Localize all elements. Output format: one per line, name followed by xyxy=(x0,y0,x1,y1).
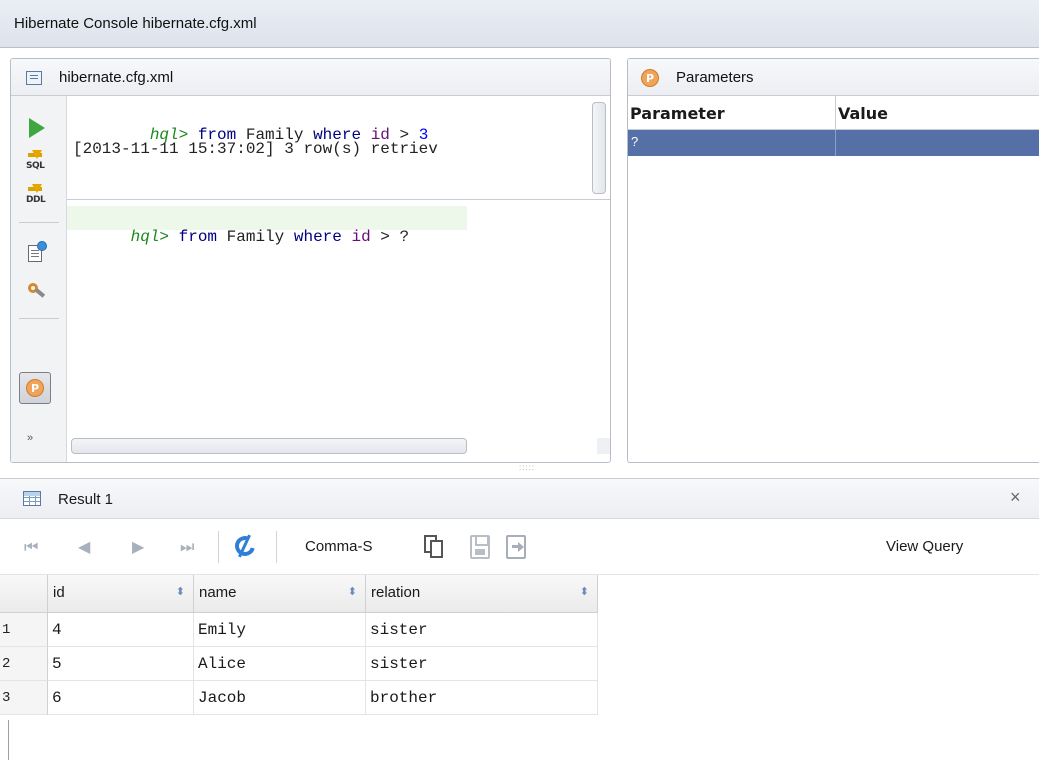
editor-horizontal-scrollbar[interactable] xyxy=(71,438,467,454)
column-header-id[interactable]: id ⬍ xyxy=(48,575,194,613)
hql-console-panel: hibernate.cfg.xml SQL DDL P » hql> from … xyxy=(10,58,611,463)
parameters-panel: P Parameters Parameter Value ? xyxy=(627,58,1039,463)
console-toolstrip: SQL DDL P » xyxy=(11,96,67,462)
table-row[interactable]: 2 5 Alice sister xyxy=(0,647,598,681)
window-titlebar: Hibernate Console hibernate.cfg.xml xyxy=(0,0,1039,48)
cell-relation[interactable]: sister xyxy=(366,613,598,647)
export-icon[interactable] xyxy=(506,535,526,559)
value-column-header[interactable]: Value xyxy=(838,104,888,123)
parameters-title: Parameters xyxy=(676,69,754,86)
more-tools-chevron[interactable]: » xyxy=(27,432,33,444)
copy-icon[interactable] xyxy=(424,535,444,559)
result-toolbar: ⏮ ◀ ▶ ⏭ Comma-S View Query xyxy=(0,519,1039,575)
table-grid-icon xyxy=(23,491,41,506)
cell-relation[interactable]: brother xyxy=(366,681,598,715)
console-tab-title: hibernate.cfg.xml xyxy=(59,69,174,86)
window-left-edge xyxy=(8,720,9,760)
refresh-icon[interactable] xyxy=(231,532,259,560)
wrench-icon xyxy=(26,281,48,303)
result-tab-title: Result 1 xyxy=(58,491,114,508)
result-data-grid: id ⬍ name ⬍ relation ⬍ 1 4 Emily sister … xyxy=(0,575,1039,760)
generate-sql-button[interactable]: SQL xyxy=(23,148,51,176)
result-tab-header[interactable]: Result 1 × xyxy=(0,479,1039,519)
export-format-selector[interactable]: Comma-S xyxy=(305,538,373,555)
sql-icon: SQL xyxy=(26,150,48,174)
history-button[interactable] xyxy=(23,238,51,266)
cell-name[interactable]: Jacob xyxy=(194,681,366,715)
view-query-button[interactable]: View Query xyxy=(886,538,963,555)
panel-splitter[interactable]: ::::: xyxy=(519,463,535,472)
query-input-line[interactable]: hql> from Family where id > ? xyxy=(73,210,410,264)
table-row[interactable]: 3 6 Jacob brother xyxy=(0,681,598,715)
toolbar-divider xyxy=(218,531,219,563)
console-tab-header[interactable]: hibernate.cfg.xml xyxy=(11,59,610,96)
toolstrip-divider xyxy=(19,318,59,319)
window-title: Hibernate Console hibernate.cfg.xml xyxy=(14,15,257,32)
grid-corner xyxy=(0,575,48,613)
ddl-icon: DDL xyxy=(26,184,48,208)
cell-id[interactable]: 4 xyxy=(48,613,194,647)
parameter-column-header[interactable]: Parameter xyxy=(630,104,725,123)
parameters-table-header: Parameter Value xyxy=(628,96,1039,130)
toolstrip-divider xyxy=(19,222,59,223)
cell-name[interactable]: Alice xyxy=(194,647,366,681)
parameters-icon: P xyxy=(26,379,44,397)
parameter-name-cell: ? xyxy=(631,134,639,149)
toolbar-divider xyxy=(276,531,277,563)
row-number: 1 xyxy=(0,613,48,647)
parameters-toggle-button[interactable]: P xyxy=(19,372,51,404)
cell-id[interactable]: 5 xyxy=(48,647,194,681)
previous-page-button[interactable]: ◀ xyxy=(78,537,90,556)
row-number: 3 xyxy=(0,681,48,715)
history-vertical-scrollbar[interactable] xyxy=(592,102,606,194)
first-page-button[interactable]: ⏮ xyxy=(24,537,38,557)
generate-ddl-button[interactable]: DDL xyxy=(23,182,51,210)
settings-button[interactable] xyxy=(23,278,51,306)
sort-icon: ⬍ xyxy=(175,586,185,598)
row-number: 2 xyxy=(0,647,48,681)
run-icon xyxy=(29,118,45,138)
cell-relation[interactable]: sister xyxy=(366,647,598,681)
scrollbar-corner xyxy=(597,438,610,454)
cell-name[interactable]: Emily xyxy=(194,613,366,647)
parameter-row-selected[interactable]: ? xyxy=(628,130,1039,156)
save-icon[interactable] xyxy=(470,535,490,559)
result-panel: Result 1 × ⏮ ◀ ▶ ⏭ Comma-S View Query id… xyxy=(0,478,1039,760)
cell-id[interactable]: 6 xyxy=(48,681,194,715)
hql-editor[interactable]: hql> from Family where id > 3 [2013-11-1… xyxy=(67,96,610,462)
last-page-button[interactable]: ⏭ xyxy=(180,537,194,557)
sort-icon: ⬍ xyxy=(347,586,357,598)
parameters-badge-icon: P xyxy=(641,69,659,87)
history-log-line: [2013-11-11 15:37:02] 3 row(s) retriev xyxy=(73,140,438,158)
query-history: hql> from Family where id > 3 [2013-11-1… xyxy=(67,96,610,200)
parameters-header: P Parameters xyxy=(628,59,1039,96)
column-header-name[interactable]: name ⬍ xyxy=(194,575,366,613)
table-row[interactable]: 1 4 Emily sister xyxy=(0,613,598,647)
history-clipboard-icon xyxy=(28,241,47,263)
sort-icon: ⬍ xyxy=(579,586,589,598)
close-icon[interactable]: × xyxy=(1010,487,1021,508)
next-page-button[interactable]: ▶ xyxy=(132,537,144,556)
column-header-relation[interactable]: relation ⬍ xyxy=(366,575,598,613)
run-query-button[interactable] xyxy=(23,114,51,142)
config-file-icon xyxy=(26,71,42,85)
